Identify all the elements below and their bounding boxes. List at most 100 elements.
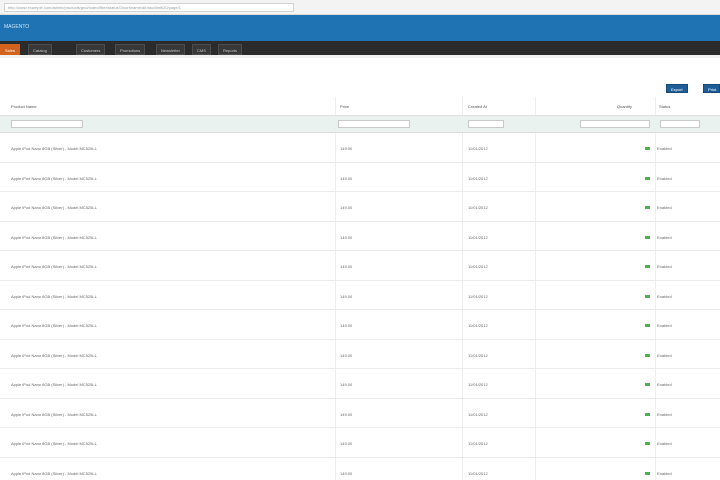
price-cell: 149.00 <box>340 175 353 181</box>
table-row[interactable]: Apple iPod Nano 8GB (Silver) - Model MC5… <box>0 340 720 369</box>
date-filter-input[interactable] <box>468 120 504 128</box>
browser-bar: http://www.example.com/admin/products/gr… <box>0 0 720 15</box>
table-row[interactable]: Apple iPod Nano 8GB (Silver) - Model MC5… <box>0 222 720 251</box>
grid-header: Product Name Price Created At Quantity S… <box>0 97 720 116</box>
price-filter-input[interactable] <box>338 120 410 128</box>
nav-item-customers[interactable]: Customers <box>76 44 106 55</box>
print-button[interactable]: Print <box>703 84 720 93</box>
table-row[interactable]: Apple iPod Nano 8GB (Silver) - Model MC5… <box>0 399 720 428</box>
grid-body: Apple iPod Nano 8GB (Silver) - Model MC5… <box>0 133 720 480</box>
product-name-cell: Apple iPod Nano 8GB (Silver) - Model MC5… <box>11 175 97 181</box>
product-name-cell: Apple iPod Nano 8GB (Silver) - Model MC5… <box>11 352 97 358</box>
nav-item-reports[interactable]: Reports <box>218 44 243 55</box>
price-cell: 149.00 <box>340 411 353 417</box>
nav-item-catalog[interactable]: Catalog <box>28 44 52 55</box>
status-cell: Enabled <box>657 382 672 387</box>
status-indicator-icon <box>645 442 650 445</box>
status-indicator-icon <box>645 206 650 209</box>
status-indicator-icon <box>645 412 650 416</box>
status-indicator-icon <box>645 176 650 180</box>
date-cell: 11/01/2012 <box>468 234 488 240</box>
brand-logo[interactable]: MAGENTO <box>4 24 29 31</box>
date-cell: 11/01/2012 <box>468 146 488 151</box>
product-name-cell: Apple iPod Nano 8GB (Silver) - Model MC5… <box>11 411 97 417</box>
nav-item-newsletter[interactable]: Newsletter <box>156 44 185 55</box>
product-name-cell: Apple iPod Nano 8GB (Silver) - Model MC5… <box>11 382 97 387</box>
product-name-cell: Apple iPod Nano 8GB (Silver) - Model MC5… <box>11 441 97 446</box>
status-cell: Enabled <box>657 352 672 358</box>
price-cell: 149.00 <box>340 441 353 446</box>
product-name-cell: Apple iPod Nano 8GB (Silver) - Model MC5… <box>11 205 97 210</box>
price-cell: 149.00 <box>340 382 353 387</box>
status-cell: Enabled <box>657 411 672 417</box>
export-button[interactable]: Export <box>666 84 688 93</box>
status-cell: Enabled <box>657 293 672 299</box>
col-header-date[interactable]: Created At <box>468 104 487 109</box>
table-row[interactable]: Apple iPod Nano 8GB (Silver) - Model MC5… <box>0 458 720 480</box>
address-bar[interactable]: http://www.example.com/admin/products/gr… <box>4 3 294 12</box>
price-cell: 149.00 <box>340 352 353 358</box>
price-cell: 149.00 <box>340 470 353 476</box>
date-cell: 11/01/2012 <box>468 411 488 417</box>
date-cell: 11/01/2012 <box>468 293 488 299</box>
qty-filter-input[interactable] <box>580 120 650 128</box>
table-row[interactable]: Apple iPod Nano 8GB (Silver) - Model MC5… <box>0 251 720 281</box>
status-filter-select[interactable] <box>660 120 700 128</box>
main-nav: Sales Catalog Customers Promotions Newsl… <box>0 41 720 58</box>
status-indicator-icon <box>645 147 650 150</box>
price-cell: 149.00 <box>340 264 353 269</box>
price-cell: 149.00 <box>340 205 353 210</box>
status-indicator-icon <box>645 353 650 357</box>
price-cell: 149.00 <box>340 146 353 151</box>
nav-item-cms[interactable]: CMS <box>192 44 211 55</box>
status-cell: Enabled <box>657 470 672 476</box>
status-indicator-icon <box>645 383 650 386</box>
col-header-qty[interactable]: Quantity <box>617 104 632 109</box>
table-row[interactable]: Apple iPod Nano 8GB (Silver) - Model MC5… <box>0 281 720 310</box>
product-name-cell: Apple iPod Nano 8GB (Silver) - Model MC5… <box>11 470 97 476</box>
app-header: MAGENTO <box>0 15 720 41</box>
date-cell: 11/01/2012 <box>468 175 488 181</box>
table-row[interactable]: Apple iPod Nano 8GB (Silver) - Model MC5… <box>0 369 720 399</box>
status-indicator-icon <box>645 265 650 268</box>
table-row[interactable]: Apple iPod Nano 8GB (Silver) - Model MC5… <box>0 310 720 340</box>
col-header-name[interactable]: Product Name <box>11 104 37 109</box>
status-indicator-icon <box>645 324 650 327</box>
status-cell: Enabled <box>657 323 672 328</box>
date-cell: 11/01/2012 <box>468 441 488 446</box>
price-cell: 149.00 <box>340 293 353 299</box>
status-cell: Enabled <box>657 264 672 269</box>
table-row[interactable]: Apple iPod Nano 8GB (Silver) - Model MC5… <box>0 163 720 192</box>
products-grid: Product Name Price Created At Quantity S… <box>0 97 720 480</box>
status-cell: Enabled <box>657 441 672 446</box>
date-cell: 11/01/2012 <box>468 323 488 328</box>
col-header-status[interactable]: Status <box>659 104 670 109</box>
price-cell: 149.00 <box>340 323 353 328</box>
filter-row <box>0 116 720 133</box>
status-indicator-icon <box>645 471 650 475</box>
status-indicator-icon <box>645 294 650 298</box>
col-header-price[interactable]: Price <box>340 104 349 109</box>
date-cell: 11/01/2012 <box>468 352 488 358</box>
product-name-cell: Apple iPod Nano 8GB (Silver) - Model MC5… <box>11 293 97 299</box>
status-indicator-icon <box>645 235 650 239</box>
product-name-cell: Apple iPod Nano 8GB (Silver) - Model MC5… <box>11 264 97 269</box>
status-cell: Enabled <box>657 175 672 181</box>
product-name-cell: Apple iPod Nano 8GB (Silver) - Model MC5… <box>11 323 97 328</box>
table-row[interactable]: Apple iPod Nano 8GB (Silver) - Model MC5… <box>0 428 720 458</box>
nav-item-sales[interactable]: Sales <box>0 44 21 55</box>
price-cell: 149.00 <box>340 234 353 240</box>
date-cell: 11/01/2012 <box>468 470 488 476</box>
nav-item-promotions[interactable]: Promotions <box>115 44 146 55</box>
date-cell: 11/01/2012 <box>468 382 488 387</box>
date-cell: 11/01/2012 <box>468 205 488 210</box>
status-cell: Enabled <box>657 234 672 240</box>
table-row[interactable]: Apple iPod Nano 8GB (Silver) - Model MC5… <box>0 192 720 222</box>
name-filter-input[interactable] <box>11 120 83 128</box>
product-name-cell: Apple iPod Nano 8GB (Silver) - Model MC5… <box>11 234 97 240</box>
table-row[interactable]: Apple iPod Nano 8GB (Silver) - Model MC5… <box>0 133 720 163</box>
status-cell: Enabled <box>657 205 672 210</box>
date-cell: 11/01/2012 <box>468 264 488 269</box>
product-name-cell: Apple iPod Nano 8GB (Silver) - Model MC5… <box>11 146 97 151</box>
status-cell: Enabled <box>657 146 672 151</box>
